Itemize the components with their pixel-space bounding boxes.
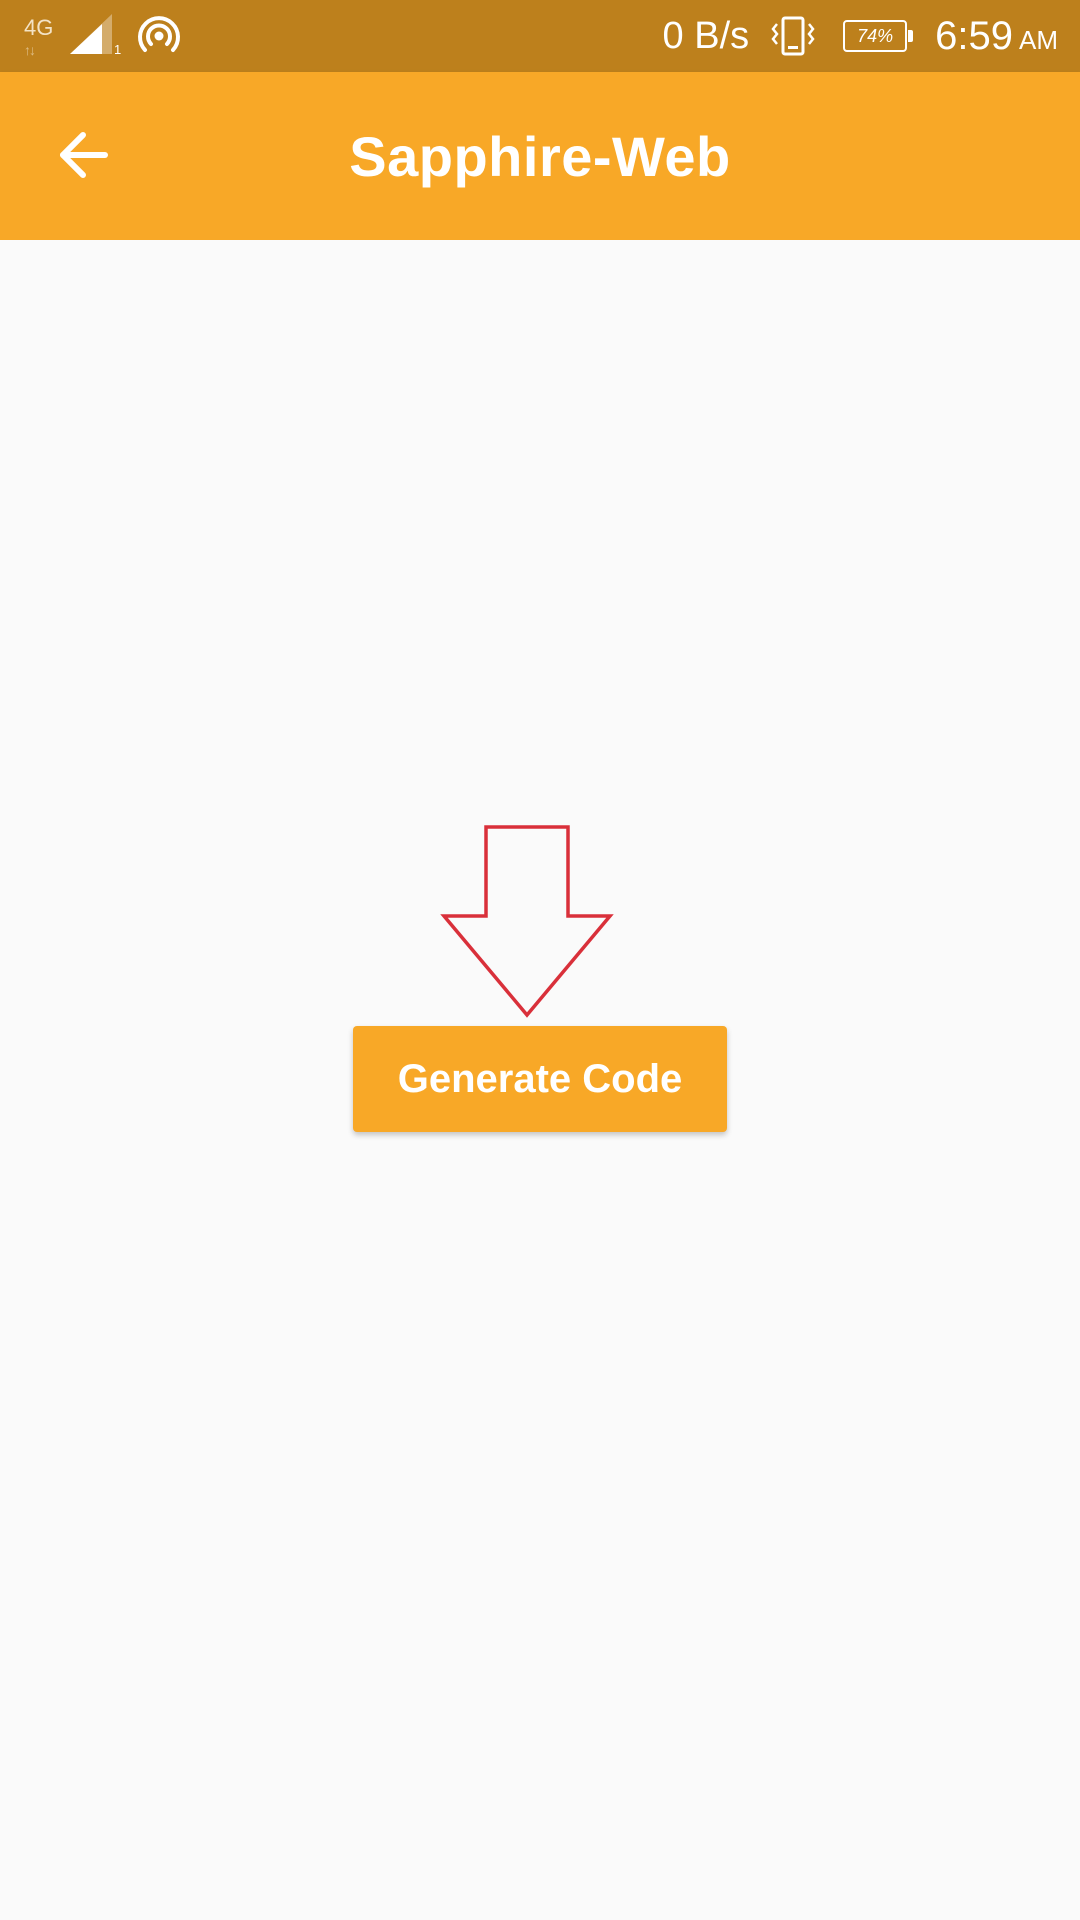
network-4g-icon: 4G ↑↓: [24, 11, 60, 61]
sim-number: 1: [114, 42, 122, 57]
arrow-back-icon: [60, 132, 108, 178]
clock-time: 6:59: [935, 13, 1013, 58]
battery-level: 74%: [857, 25, 894, 46]
generate-code-button[interactable]: Generate Code: [353, 1026, 727, 1132]
clock: 6:59 AM: [935, 14, 1058, 59]
status-bar: 4G ↑↓ 1 0 B/s 74% 6:59 AM: [0, 0, 1080, 72]
status-bar-left: 4G ↑↓ 1: [24, 0, 182, 72]
main-content: Generate Code: [0, 240, 1080, 1920]
battery-icon: 74%: [843, 20, 914, 52]
vibrate-icon: [771, 14, 815, 58]
arrow-down-outline-icon: [440, 825, 614, 1019]
clock-ampm: AM: [1019, 24, 1058, 55]
app-bar: Sapphire-Web: [0, 72, 1080, 240]
network-type-label: 4G: [24, 15, 54, 40]
signal-icon: 1: [68, 12, 122, 60]
data-speed-text: 0 B/s: [662, 14, 750, 57]
page-title: Sapphire-Web: [349, 124, 731, 188]
back-button[interactable]: [40, 112, 126, 198]
data-arrows-icon: ↑↓: [24, 42, 36, 58]
battery-nub: [908, 30, 914, 42]
hotspot-icon: [136, 13, 182, 59]
status-bar-right: 0 B/s 74% 6:59 AM: [663, 0, 1058, 72]
